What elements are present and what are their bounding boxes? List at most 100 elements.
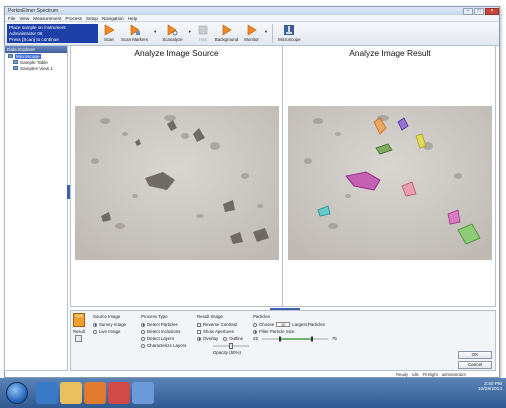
menu-process[interactable]: Process	[65, 16, 82, 21]
overlay-label: Overlay	[203, 336, 219, 341]
table-node-icon	[13, 60, 18, 64]
toolbar-separator	[272, 24, 274, 43]
source-image[interactable]	[75, 106, 279, 260]
media-player-icon[interactable]	[84, 382, 106, 404]
menu-bar: File View Measurement Process Setup Navi…	[5, 15, 499, 22]
dropdown-arrow[interactable]: ▾	[151, 22, 159, 45]
play-icon	[104, 24, 115, 36]
chrome-icon[interactable]	[108, 382, 130, 404]
halt-label: Halt	[198, 37, 207, 42]
opacity-slider[interactable]	[197, 342, 251, 349]
characterize-layers-radio[interactable]: Characterize Layers	[141, 342, 186, 349]
scan-markers-button[interactable]: Scan Markers	[118, 22, 151, 45]
reverse-contrast-checkbox[interactable]: Reverse Contrast	[197, 321, 251, 328]
overlay-radio[interactable]	[197, 336, 201, 341]
view-node-icon	[13, 66, 18, 70]
cancel-button[interactable]: Cancel	[458, 361, 492, 369]
source-image-title: Source Image	[93, 314, 121, 319]
instrument-status-box: Place sample on instrument Administrator…	[7, 24, 98, 43]
tree-item-label: Microscope	[15, 53, 41, 59]
file-explorer-icon[interactable]	[60, 382, 82, 404]
ok-button[interactable]: OK	[458, 351, 492, 359]
radio-icon	[93, 329, 97, 334]
detect-layers-radio[interactable]: Detect Layers	[141, 335, 186, 342]
menu-file[interactable]: File	[8, 16, 15, 21]
internet-explorer-icon[interactable]	[36, 382, 58, 404]
source-micrograph	[75, 106, 279, 260]
monitor-button[interactable]: Monitor	[241, 22, 262, 45]
scan-markers-icon	[130, 24, 140, 36]
scanalyze-dropdown[interactable]: ▾	[186, 22, 194, 45]
microscope-icon	[284, 25, 295, 35]
scanalyze-label: Scanalyze	[162, 37, 183, 42]
split-view-button[interactable]: Split	[73, 313, 85, 327]
survey-image-radio[interactable]: Survey Image	[93, 321, 126, 328]
tree-item-samples-view[interactable]: Samples View 1	[5, 65, 67, 71]
source-panel: Analyze Image Source	[71, 46, 283, 306]
detect-inclusions-radio[interactable]: Detect Inclusions	[141, 328, 186, 335]
monitor-icon	[247, 24, 257, 36]
size-range-slider[interactable]: 25 75	[253, 335, 337, 342]
tree-item-label: Samples View 1	[20, 65, 53, 71]
choose-radio[interactable]: Choose 10 Largest Particles	[253, 321, 337, 328]
maximize-button[interactable]: □	[474, 7, 484, 15]
close-button[interactable]: ×	[485, 7, 499, 15]
system-tray: 3:40 PM 10/28/2014	[422, 382, 502, 404]
data-explorer-header: Data Explorer	[5, 46, 67, 53]
monitor-dropdown[interactable]: ▾	[262, 22, 270, 45]
image-analysis-area: Analyze Image Source Analyze Image Resul…	[70, 45, 496, 307]
survey-image-label: Survey Image	[99, 322, 127, 327]
process-type-group: Process Type Detect Particles Detect Inc…	[141, 314, 186, 349]
background-button[interactable]: Background	[212, 22, 241, 45]
result-image[interactable]	[288, 106, 492, 260]
scan-button[interactable]: Scan	[100, 22, 118, 45]
opacity-label: Opacity (50%)	[213, 350, 241, 355]
clock-date: 10/28/2014	[477, 387, 502, 392]
background-icon	[222, 24, 232, 36]
detect-particles-label: Detect Particles	[147, 322, 178, 327]
radio-selected-icon	[253, 329, 257, 334]
size-range-track[interactable]	[260, 336, 330, 342]
start-button[interactable]	[6, 382, 28, 404]
minimize-button[interactable]: –	[463, 7, 473, 15]
detect-particles-radio[interactable]: Detect Particles	[141, 321, 186, 328]
microscope-button[interactable]: Microscope	[275, 22, 303, 45]
particle-count-input[interactable]: 10	[276, 322, 291, 327]
menu-view[interactable]: View	[19, 16, 29, 21]
result-panel: Analyze Image Result	[284, 46, 496, 306]
range-max-label: 75	[331, 336, 337, 341]
filter-size-radio[interactable]: Filter Particle Size	[253, 328, 337, 335]
radio-icon	[141, 343, 145, 348]
detect-layers-label: Detect Layers	[147, 336, 175, 341]
characterize-layers-label: Characterize Layers	[147, 343, 187, 348]
menu-measurement[interactable]: Measurement	[33, 16, 61, 21]
result-image-title: Result Image	[197, 314, 223, 319]
live-image-radio[interactable]: Live Image	[93, 328, 126, 335]
radio-selected-icon	[141, 322, 145, 327]
outline-radio[interactable]	[223, 336, 228, 341]
outline-label: Outline	[229, 336, 244, 341]
spectrum-app-icon[interactable]	[132, 382, 154, 404]
opacity-slider-track[interactable]	[211, 342, 251, 349]
checkbox-icon	[197, 322, 201, 327]
window-title: PerkinElmer Spectrum	[8, 8, 59, 14]
status-line: Press [Scan] to continue	[9, 37, 59, 42]
result-toggle-button[interactable]	[75, 335, 82, 342]
menu-help[interactable]: Help	[128, 16, 137, 21]
taskbar: 3:40 PM 10/28/2014	[0, 378, 506, 408]
scanalyze-button[interactable]: Scanalyze	[159, 22, 185, 45]
toolbar: Place sample on instrument Administrator…	[5, 22, 499, 46]
menu-navigation[interactable]: Navigation	[102, 16, 124, 21]
filter-size-label: Filter Particle Size	[259, 329, 295, 334]
particles-group: Particles Choose 10 Largest Particles Fi…	[253, 314, 337, 342]
monitor-label: Monitor	[244, 37, 259, 42]
halt-button[interactable]: Halt	[194, 22, 212, 45]
live-image-label: Live Image	[99, 329, 121, 334]
window-controls: – □ ×	[462, 7, 499, 15]
scanalyze-icon	[168, 24, 178, 36]
menu-setup[interactable]: Setup	[86, 16, 98, 21]
show-apertures-checkbox[interactable]: Show Apertures	[197, 328, 251, 335]
stop-icon	[198, 25, 208, 35]
radio-icon	[141, 329, 145, 334]
largest-particles-label: Largest Particles	[292, 322, 325, 327]
